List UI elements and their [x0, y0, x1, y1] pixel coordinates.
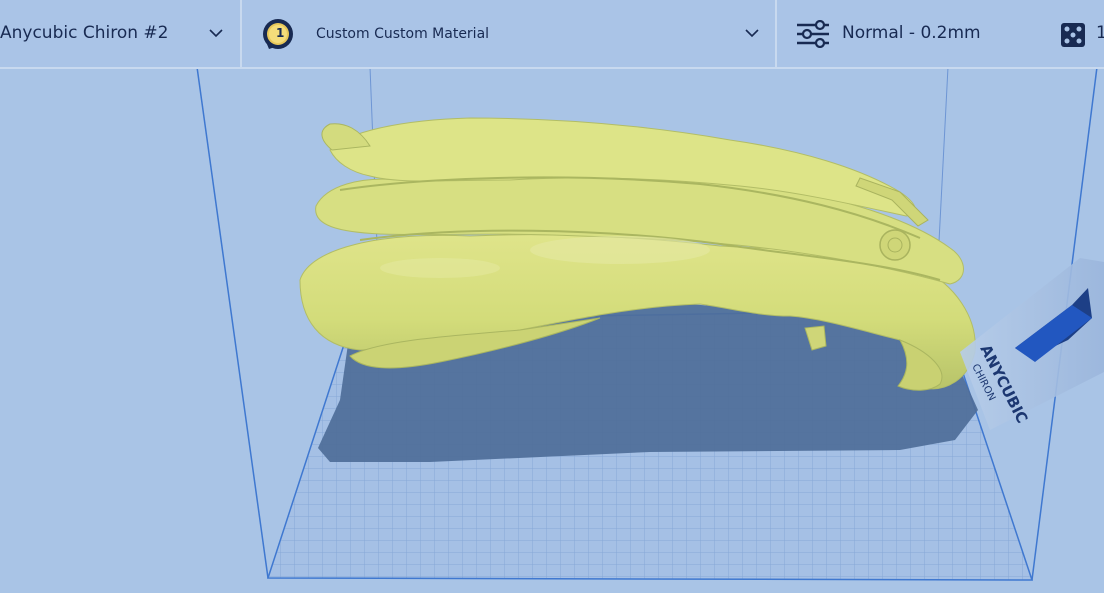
support-pattern-icon — [1061, 23, 1085, 47]
printer-selector[interactable]: Anycubic Chiron #2 — [0, 0, 240, 67]
top-toolbar: Anycubic Chiron #2 1 Custom Custom Mater… — [0, 0, 1104, 69]
printer-name: Anycubic Chiron #2 — [0, 23, 169, 43]
build-plate-logo: ANYCUBIC CHIRON — [960, 258, 1104, 430]
material-name: Custom Custom Material — [316, 26, 490, 42]
material-selector[interactable]: 1 Custom Custom Material — [242, 0, 775, 67]
3d-viewport[interactable]: ANYCUBIC CHIRON Anycubic Chiron #2 1 Cus… — [0, 0, 1104, 593]
profile-name: Normal - 0.2mm — [842, 23, 981, 43]
support-value: 1 — [1096, 23, 1104, 43]
sliders-icon — [797, 20, 829, 48]
extruder-number: 1 — [276, 26, 285, 40]
chevron-down-icon — [209, 29, 223, 38]
build-volume-scene[interactable]: ANYCUBIC CHIRON — [0, 0, 1104, 593]
print-settings-selector[interactable]: Normal - 0.2mm 1 — [777, 0, 1104, 67]
chevron-down-icon — [745, 29, 759, 38]
